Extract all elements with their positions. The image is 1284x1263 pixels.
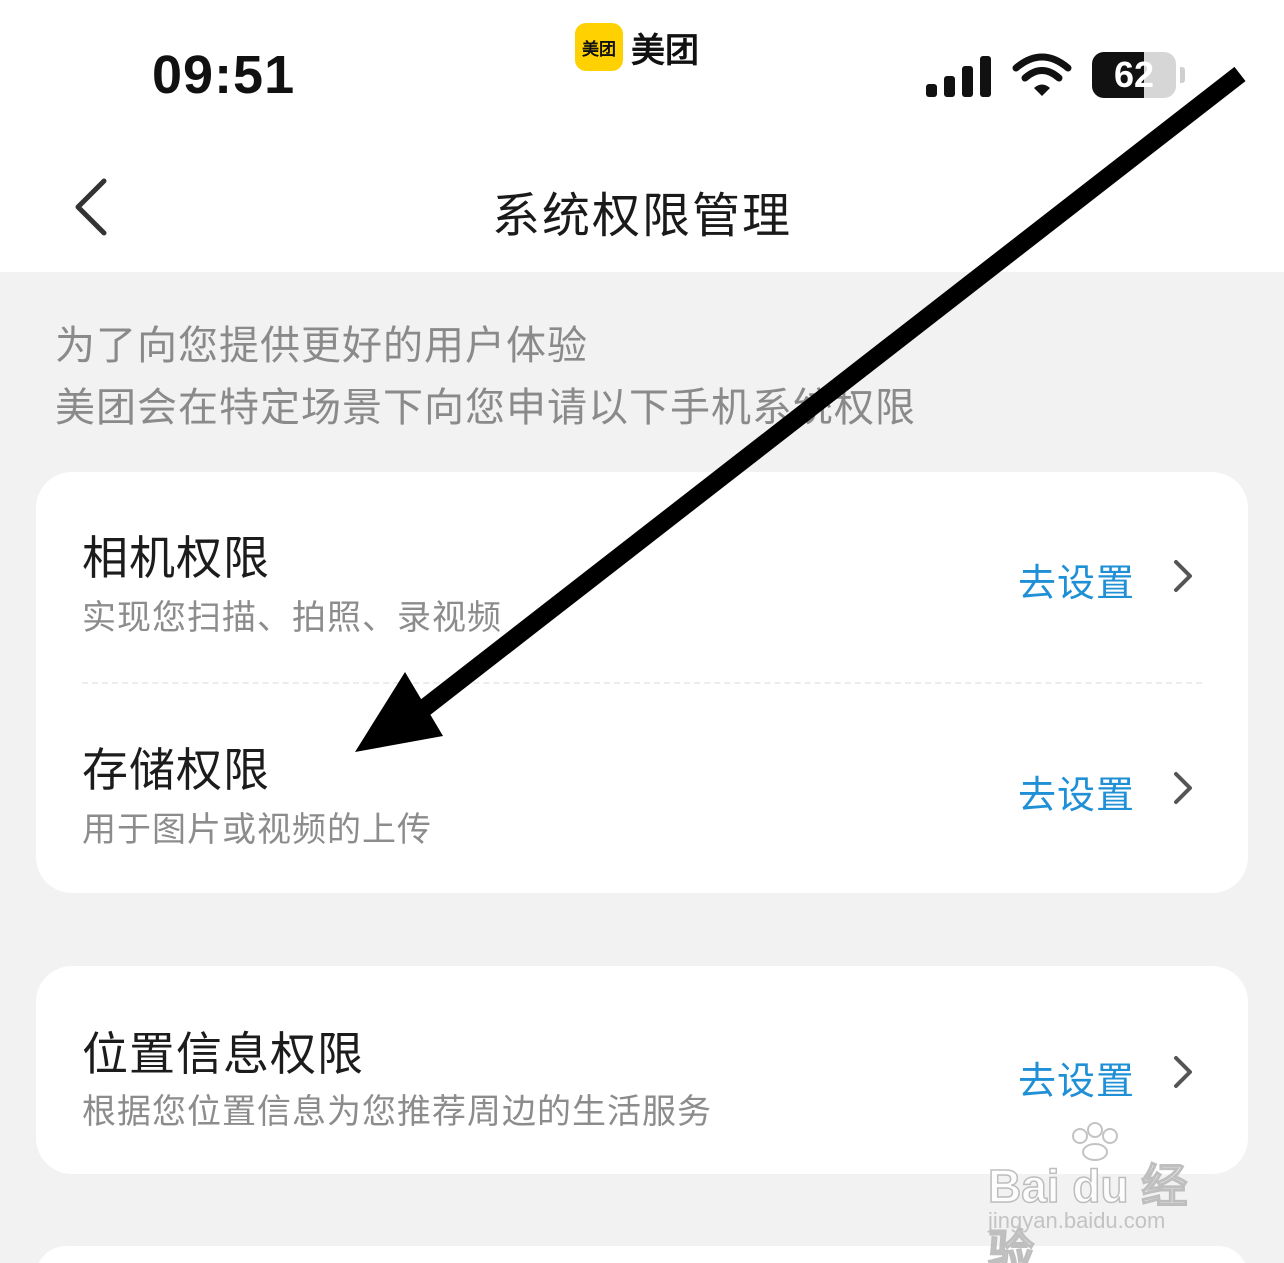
app-badge-name: 美团 xyxy=(631,30,699,71)
watermark-brand: Bai du 经验 xyxy=(987,1159,1188,1263)
battery-icon: 62 xyxy=(1092,52,1186,98)
permission-row-storage[interactable]: 存储权限 用于图片或视频的上传 去设置 xyxy=(36,684,1248,894)
permission-card: 相机权限 实现您扫描、拍照、录视频 去设置 存储权限 用于图片或视频的上传 去设… xyxy=(36,472,1248,893)
intro-line-2: 美团会在特定场景下向您申请以下手机系统权限 xyxy=(55,385,916,431)
permission-description: 实现您扫描、拍照、录视频 xyxy=(82,598,502,638)
go-settings-button[interactable]: 去设置 xyxy=(1018,1050,1135,1105)
app-badge[interactable]: 美团 美团 xyxy=(575,22,699,72)
chevron-right-icon xyxy=(1174,1056,1192,1088)
battery-level: 62 xyxy=(1113,54,1155,95)
permission-title: 存储权限 xyxy=(82,743,270,797)
permission-description: 根据您位置信息为您推荐周边的生活服务 xyxy=(82,1092,712,1132)
battery-nub xyxy=(1180,67,1185,83)
chevron-right-icon xyxy=(1174,560,1192,592)
baidu-watermark: Bai du 经验 jingyan.baidu.com xyxy=(982,1122,1222,1263)
permission-title: 位置信息权限 xyxy=(82,1027,364,1081)
permission-title: 相机权限 xyxy=(82,531,270,585)
permission-row-camera[interactable]: 相机权限 实现您扫描、拍照、录视频 去设置 xyxy=(36,472,1248,682)
signal-icon xyxy=(926,56,991,97)
go-settings-button[interactable]: 去设置 xyxy=(1018,552,1135,607)
wifi-icon xyxy=(1012,53,1072,96)
intro-text: 为了向您提供更好的用户体验 美团会在特定场景下向您申请以下手机系统权限 xyxy=(55,315,916,439)
watermark-url: jingyan.baidu.com xyxy=(988,1208,1166,1233)
meituan-logo-icon: 美团 xyxy=(575,23,623,71)
permission-description: 用于图片或视频的上传 xyxy=(82,810,432,850)
go-settings-button[interactable]: 去设置 xyxy=(1018,764,1135,819)
chevron-right-icon xyxy=(1174,772,1192,804)
page-title: 系统权限管理 xyxy=(491,188,792,244)
intro-line-1: 为了向您提供更好的用户体验 xyxy=(55,323,588,369)
battery-body: 62 xyxy=(1092,52,1176,98)
status-time: 09:51 xyxy=(152,45,296,105)
